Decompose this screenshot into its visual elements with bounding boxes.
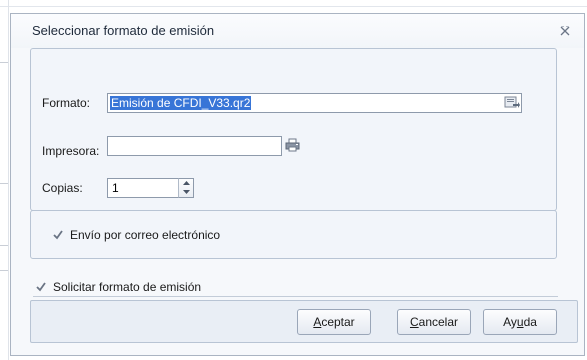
ayuda-button[interactable]: Ayuda: [483, 309, 557, 335]
close-button[interactable]: [559, 25, 573, 39]
email-option-group: Envío por correo electrónico: [30, 210, 557, 259]
formato-label: Formato:: [42, 96, 91, 110]
copias-field[interactable]: 1: [107, 178, 179, 198]
print-settings-group: Formato: Emisión de CFDI_V33.qr2 Impreso…: [30, 48, 557, 211]
cancelar-mnemonic: C: [409, 315, 419, 329]
impresora-field[interactable]: [107, 136, 282, 156]
ayuda-label-pre: Ay: [503, 315, 517, 329]
checkmark-icon: [52, 229, 64, 241]
aceptar-label: ceptar: [321, 315, 355, 329]
impresora-select-button[interactable]: [282, 136, 304, 156]
screen: Seleccionar formato de emisión Formato: …: [0, 0, 587, 360]
impresora-label: Impresora:: [42, 144, 100, 158]
ayuda-label-rest: da: [523, 315, 537, 329]
printer-icon: [282, 138, 304, 153]
envio-correo-checkbox[interactable]: [52, 229, 64, 241]
close-x-icon: [559, 25, 573, 37]
chevron-down-icon: [179, 190, 193, 194]
browse-file-icon: [501, 95, 523, 110]
checkmark-icon: [35, 281, 47, 293]
formato-browse-button[interactable]: [501, 93, 523, 113]
background-tick: [0, 62, 8, 63]
background-tick: [0, 245, 8, 246]
formato-field[interactable]: Emisión de CFDI_V33.qr2: [107, 93, 522, 113]
cancelar-button[interactable]: Cancelar: [397, 309, 471, 335]
chevron-up-icon: [179, 181, 193, 185]
select-format-dialog: Seleccionar formato de emisión Formato: …: [10, 13, 585, 356]
copias-value: 1: [112, 181, 119, 195]
ayuda-mnemonic: u: [516, 315, 524, 329]
solicitar-formato-label: Solicitar formato de emisión: [53, 280, 202, 294]
copias-stepper: [178, 178, 194, 198]
footer-separator: [33, 296, 558, 297]
solicitar-formato-checkbox[interactable]: [35, 281, 47, 293]
button-bar: Aceptar Cancelar Ayuda: [30, 300, 578, 343]
background-window-edge-left: [8, 0, 9, 360]
background-tick: [0, 270, 8, 271]
background-window-edge: [0, 6, 587, 7]
aceptar-button[interactable]: Aceptar: [297, 309, 371, 335]
dialog-title: Seleccionar formato de emisión: [32, 23, 215, 38]
cancelar-label: ancelar: [418, 315, 459, 329]
dialog-titlebar: Seleccionar formato de emisión: [11, 14, 584, 48]
background-tick: [0, 183, 8, 184]
formato-value: Emisión de CFDI_V33.qr2: [110, 96, 252, 110]
copias-increment-button[interactable]: [179, 179, 193, 188]
envio-correo-label: Envío por correo electrónico: [70, 228, 221, 242]
copias-label: Copias:: [42, 181, 83, 195]
copias-decrement-button[interactable]: [179, 188, 193, 197]
